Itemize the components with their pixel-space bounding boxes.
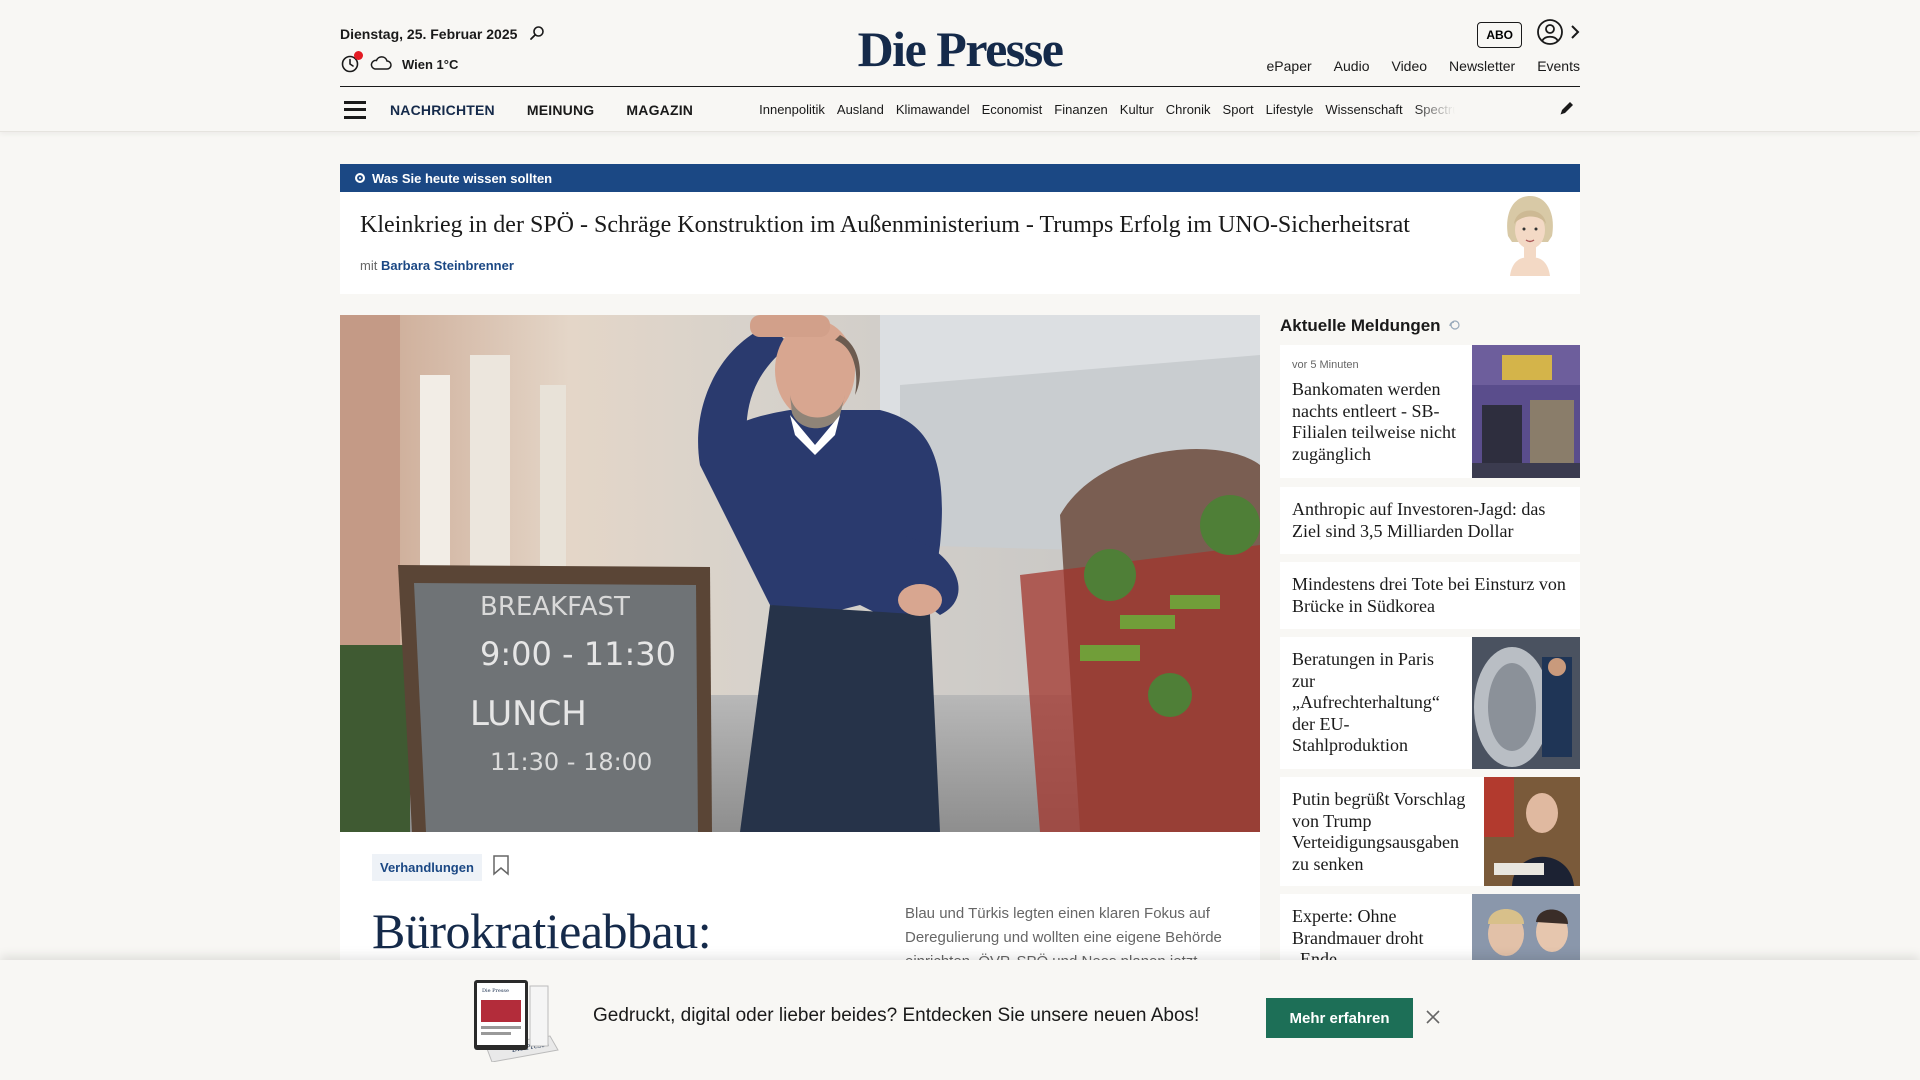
nav-main: NACHRICHTEN MEINUNG MAGAZIN <box>390 102 693 118</box>
subscription-banner: Die Presse Die Presse Gedruckt, digital … <box>0 960 1920 1080</box>
logo-container: Die Presse <box>0 20 1920 78</box>
news-thumbnail <box>1472 637 1580 769</box>
header-left: Dienstag, 25. Februar 2025 Wien 1°C <box>340 22 545 74</box>
article-tag[interactable]: Verhandlungen <box>372 854 482 881</box>
nav-sub-sport[interactable]: Sport <box>1223 102 1254 117</box>
news-title[interactable]: Anthropic auf Investoren-Jagd: das Ziel … <box>1292 499 1572 542</box>
nav-sub-spectrum[interactable]: Spectrum <box>1415 102 1455 117</box>
bookmark-icon[interactable] <box>492 854 510 881</box>
sign-line-3: LUNCH <box>470 694 587 734</box>
weather-row: Wien 1°C <box>340 51 545 74</box>
live-dot-icon <box>355 173 365 183</box>
author-portrait <box>1500 194 1560 281</box>
main-nav: NACHRICHTEN MEINUNG MAGAZIN Innenpolitik… <box>340 86 1580 132</box>
nav-sub-wissenschaft[interactable]: Wissenschaft <box>1325 102 1402 117</box>
link-epaper[interactable]: ePaper <box>1267 58 1312 74</box>
link-events[interactable]: Events <box>1537 58 1580 74</box>
notification-dot <box>354 51 363 60</box>
sidebar-heading-text: Aktuelle Meldungen <box>1280 316 1441 335</box>
news-thumbnail <box>1472 345 1580 478</box>
menu-icon[interactable] <box>344 100 366 119</box>
newspaper-tablet-image: Die Presse Die Presse <box>472 978 562 1067</box>
news-thumbnail <box>1484 777 1580 886</box>
pencil-icon[interactable] <box>1558 99 1576 122</box>
banner-text: Gedruckt, digital oder lieber beides? En… <box>593 1005 1200 1026</box>
site-header: Dienstag, 25. Februar 2025 Wien 1°C Die … <box>0 0 1920 132</box>
mini-logo-tablet: Die Presse <box>482 988 509 994</box>
nav-sub: Innenpolitik Ausland Klimawandel Economi… <box>759 102 1455 117</box>
briefing-bar[interactable]: Was Sie heute wissen sollten <box>340 164 1580 192</box>
weather-text[interactable]: Wien 1°C <box>402 57 458 72</box>
mehr-erfahren-button[interactable]: Mehr erfahren <box>1266 998 1413 1038</box>
link-audio[interactable]: Audio <box>1334 58 1370 74</box>
notification-icon[interactable] <box>340 51 363 74</box>
sign-line-4: 11:30 - 18:00 <box>490 748 652 776</box>
news-title[interactable]: Mindestens drei Tote bei Einsturz von Br… <box>1292 574 1572 617</box>
nav-sub-klimawandel[interactable]: Klimawandel <box>896 102 970 117</box>
site-logo[interactable]: Die Presse <box>858 21 1064 77</box>
abo-button[interactable]: ABO <box>1477 21 1522 48</box>
sign-line-1: BREAKFAST <box>480 592 630 622</box>
link-newsletter[interactable]: Newsletter <box>1449 58 1515 74</box>
nav-sub-ausland[interactable]: Ausland <box>837 102 884 117</box>
author-prefix: mit <box>360 258 378 273</box>
link-video[interactable]: Video <box>1391 58 1427 74</box>
nav-item-nachrichten[interactable]: NACHRICHTEN <box>390 102 495 118</box>
briefing-title[interactable]: Kleinkrieg in der SPÖ - Schräge Konstruk… <box>360 212 1410 239</box>
hero-image[interactable]: BREAKFAST 9:00 - 11:30 LUNCH 11:30 - 18:… <box>340 315 1260 832</box>
nav-sub-finanzen[interactable]: Finanzen <box>1054 102 1107 117</box>
briefing-card[interactable]: Kleinkrieg in der SPÖ - Schräge Konstruk… <box>340 192 1580 294</box>
nav-sub-chronik[interactable]: Chronik <box>1166 102 1211 117</box>
date-row: Dienstag, 25. Februar 2025 <box>340 22 545 46</box>
article-headline[interactable]: Bürokratieabbau: <box>372 902 712 960</box>
nav-sub-lifestyle[interactable]: Lifestyle <box>1266 102 1314 117</box>
header-right: ABO <box>1477 18 1580 51</box>
nav-sub-innenpolitik[interactable]: Innenpolitik <box>759 102 825 117</box>
news-title[interactable]: Beratungen in Paris zur „Aufrechterhaltu… <box>1292 649 1457 757</box>
briefing-label: Was Sie heute wissen sollten <box>372 170 553 186</box>
news-title[interactable]: Putin begrüßt Vorschlag von Trump Vertei… <box>1292 789 1477 875</box>
sidebar-heading: Aktuelle Meldungen <box>1280 316 1461 336</box>
close-icon[interactable] <box>1424 1008 1442 1026</box>
header-links: ePaper Audio Video Newsletter Events <box>1267 58 1580 74</box>
news-time: vor 5 Minuten <box>1292 359 1359 371</box>
author-name[interactable]: Barbara Steinbrenner <box>381 258 514 273</box>
search-icon[interactable] <box>529 25 545 44</box>
news-card-4[interactable]: Beratungen in Paris zur „Aufrechterhaltu… <box>1280 637 1580 769</box>
nav-sub-kultur[interactable]: Kultur <box>1120 102 1154 117</box>
news-card-5[interactable]: Putin begrüßt Vorschlag von Trump Vertei… <box>1280 777 1580 886</box>
user-icon[interactable] <box>1536 18 1564 51</box>
briefing-author: mit Barbara Steinbrenner <box>360 258 514 273</box>
news-title[interactable]: Bankomaten werden nachts entleert - SB-F… <box>1292 379 1462 465</box>
sign-line-2: 9:00 - 11:30 <box>480 635 676 673</box>
news-card-1[interactable]: vor 5 Minuten Bankomaten werden nachts e… <box>1280 345 1580 478</box>
chevron-right-icon[interactable] <box>1570 24 1580 45</box>
nav-item-magazin[interactable]: MAGAZIN <box>626 102 693 118</box>
current-date: Dienstag, 25. Februar 2025 <box>340 26 518 42</box>
live-pulse-icon <box>1447 316 1461 336</box>
nav-item-meinung[interactable]: MEINUNG <box>527 102 595 118</box>
cloud-icon <box>370 55 392 73</box>
news-card-3[interactable]: Mindestens drei Tote bei Einsturz von Br… <box>1280 562 1580 629</box>
news-card-2[interactable]: Anthropic auf Investoren-Jagd: das Ziel … <box>1280 487 1580 554</box>
nav-sub-economist[interactable]: Economist <box>982 102 1043 117</box>
